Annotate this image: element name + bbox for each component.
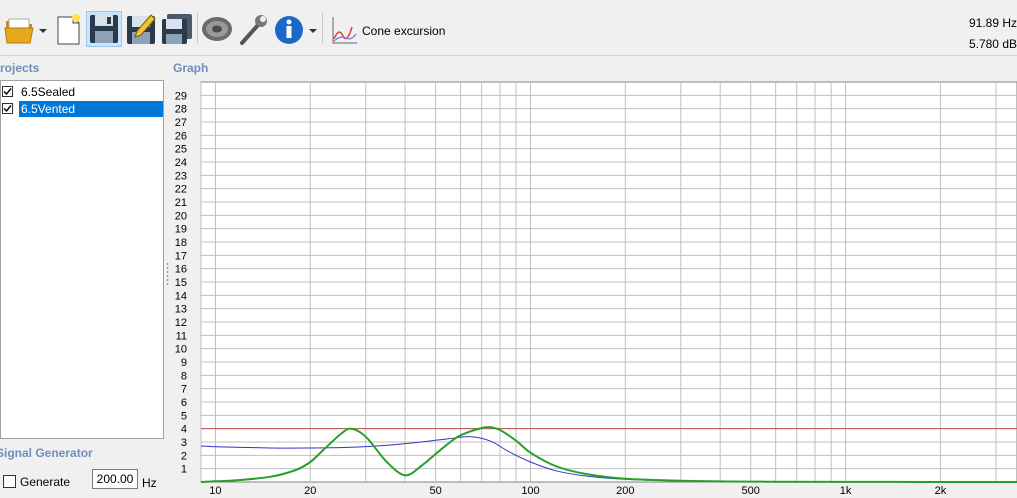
open-folder-icon[interactable] <box>4 11 36 47</box>
x-tick-label: 20 <box>304 485 316 497</box>
y-tick-label: 10 <box>175 344 187 356</box>
cone-excursion-icon[interactable] <box>329 11 359 47</box>
y-tick-label: 4 <box>181 424 187 436</box>
y-tick-label: 19 <box>175 224 187 236</box>
toolbar: Cone excursion 91.89 Hz 5.780 dB <box>0 0 1017 56</box>
toolbar-separator <box>322 12 323 44</box>
x-tick-label: 10 <box>209 485 221 497</box>
signal-generator-title: Signal Generator <box>0 446 93 460</box>
project-label: 6.5Sealed <box>21 85 76 99</box>
toolbar-separator <box>197 12 198 44</box>
y-tick-label: 2 <box>181 450 187 462</box>
info-icon[interactable] <box>273 11 305 47</box>
open-dropdown-arrow[interactable] <box>39 29 47 33</box>
x-tick-label: 50 <box>430 485 442 497</box>
project-item-vented[interactable]: 6.5Vented <box>1 101 163 117</box>
y-tick-label: 5 <box>181 410 187 422</box>
y-tick-label: 9 <box>181 357 187 369</box>
y-tick-label: 6 <box>181 397 187 409</box>
save-all-icon[interactable] <box>160 11 194 47</box>
x-tick-label: 100 <box>521 485 539 497</box>
generate-checkbox[interactable] <box>3 475 16 488</box>
y-tick-label: 1 <box>181 464 187 476</box>
y-tick-label: 29 <box>175 90 187 102</box>
projects-title: Projects <box>0 61 40 75</box>
y-tick-label: 18 <box>175 237 187 249</box>
project-item-sealed[interactable]: 6.5Sealed <box>1 84 163 100</box>
y-tick-label: 8 <box>181 370 187 382</box>
x-tick-label: 200 <box>616 485 634 497</box>
new-project-icon[interactable] <box>55 11 83 47</box>
y-tick-label: 25 <box>175 144 187 156</box>
y-tick-label: 21 <box>175 197 187 209</box>
y-tick-label: 22 <box>175 184 187 196</box>
checkmark-icon <box>3 105 12 113</box>
x-tick-label: 1k <box>840 485 852 497</box>
project-checkbox[interactable] <box>2 86 13 97</box>
save-as-icon[interactable] <box>125 11 157 47</box>
y-tick-label: 14 <box>175 290 187 302</box>
x-tick-label: 2k <box>935 485 947 497</box>
y-tick-label: 26 <box>175 130 187 142</box>
y-tick-label: 15 <box>175 277 187 289</box>
y-tick-label: 3 <box>181 437 187 449</box>
y-tick-label: 20 <box>175 210 187 222</box>
y-tick-label: 17 <box>175 250 187 262</box>
frequency-readout: 91.89 Hz <box>968 16 1017 30</box>
graph-title: Graph <box>173 61 209 75</box>
y-tick-label: 13 <box>175 304 187 316</box>
value-readout: 5.780 dB <box>968 37 1017 51</box>
frequency-unit-label: Hz <box>142 476 157 490</box>
y-tick-label: 28 <box>175 104 187 116</box>
signal-frequency-input[interactable] <box>92 469 138 489</box>
cone-excursion-graph: 1234567891011121314151617181920212223242… <box>175 81 1017 497</box>
y-tick-label: 11 <box>176 330 187 342</box>
generate-label: Generate <box>20 475 71 489</box>
y-tick-label: 24 <box>175 157 187 169</box>
save-icon[interactable] <box>86 11 122 47</box>
projects-list: 6.5Sealed 6.5Vented <box>0 80 164 439</box>
speaker-driver-icon[interactable] <box>200 11 234 47</box>
project-label: 6.5Vented <box>19 101 163 117</box>
y-tick-label: 27 <box>175 117 187 129</box>
y-tick-label: 7 <box>181 384 187 396</box>
checkmark-icon <box>3 88 12 96</box>
y-tick-label: 16 <box>175 264 187 276</box>
cone-excursion-button[interactable]: Cone excursion <box>362 24 445 38</box>
project-checkbox[interactable] <box>2 103 13 114</box>
y-tick-label: 23 <box>175 170 187 182</box>
info-dropdown-arrow[interactable] <box>309 29 317 33</box>
wrench-icon[interactable] <box>238 11 270 47</box>
x-tick-label: 500 <box>742 485 760 497</box>
y-tick-label: 12 <box>175 317 187 329</box>
